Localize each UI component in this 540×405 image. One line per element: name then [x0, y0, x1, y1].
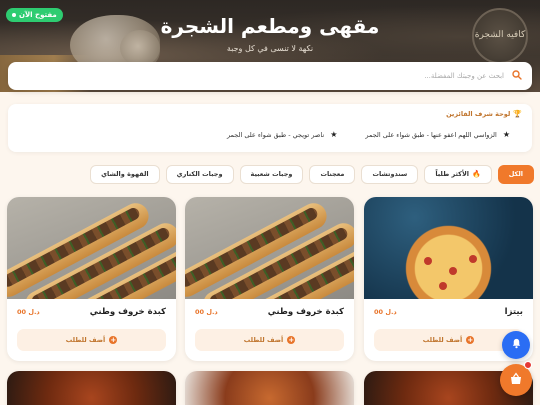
winner-text: الزواسي اللهم اعفو عنها - طبق شواء على ا… [365, 130, 497, 139]
tab-sandwiches[interactable]: سندوتشات [361, 165, 419, 184]
product-card[interactable]: كبدة خروف وطني 00 د.ل + أضف للطلب [185, 197, 354, 361]
product-image-stew [7, 371, 176, 405]
notifications-button[interactable] [502, 331, 530, 359]
tab-popular-meals[interactable]: وجبات شعبية [239, 165, 304, 184]
leaderboard-title: 🏆 لوحة شرف الفائزين [18, 110, 522, 118]
leaderboard-title-text: لوحة شرف الفائزين [446, 110, 511, 118]
product-name: كبدة خروف وطني [267, 307, 344, 317]
cart-count-badge [524, 361, 532, 369]
tab-canary-meals[interactable]: وجبات الكناري [165, 165, 234, 184]
add-to-order-button[interactable]: + أضف للطلب [17, 329, 166, 351]
search-input[interactable] [18, 72, 504, 80]
search-bar [8, 62, 532, 90]
product-card[interactable] [7, 371, 176, 405]
tab-most-ordered[interactable]: 🔥 الأكثر طلباً [424, 165, 492, 184]
tab-label: معجنات [320, 170, 345, 178]
winner-item: ★ الزواسي اللهم اعفو عنها - طبق شواء على… [365, 130, 510, 139]
tab-label: وجبات شعبية [250, 170, 293, 178]
tab-label: سندوتشات [372, 170, 408, 178]
logo-text: كافيه الشجرة [474, 30, 526, 41]
product-image-beans [185, 371, 354, 405]
plus-icon: + [466, 336, 475, 344]
product-image-pizza [364, 197, 533, 299]
product-price: 00 د.ل [17, 308, 40, 316]
add-to-order-button[interactable]: + أضف للطلب [195, 329, 344, 351]
add-button-label: أضف للطلب [243, 336, 284, 344]
tab-label: الأكثر طلباً [435, 170, 470, 178]
product-price: 00 د.ل [195, 308, 218, 316]
cart-icon [509, 371, 523, 389]
product-image-sandwich [185, 197, 354, 299]
product-image-sandwich [7, 197, 176, 299]
winners-list: ★ الزواسي اللهم اعفو عنها - طبق شواء على… [18, 130, 522, 139]
product-card[interactable]: كبدة خروف وطني 00 د.ل + أضف للطلب [7, 197, 176, 361]
bell-icon [511, 338, 522, 352]
star-icon: ★ [502, 130, 510, 139]
tab-pastries[interactable]: معجنات [309, 165, 356, 184]
plus-icon: + [109, 336, 118, 344]
winner-text: ناصر تويجي - طبق شواء على الجمر [226, 130, 325, 139]
category-tabs: الكل 🔥 الأكثر طلباً سندوتشات معجنات وجبا… [90, 165, 534, 185]
pizza-topping [469, 255, 477, 263]
product-name: بيتزا [504, 307, 523, 317]
search-icon[interactable] [512, 69, 522, 83]
star-icon: ★ [330, 130, 338, 139]
tab-label: الكل [508, 170, 523, 178]
pizza-topping [449, 267, 457, 275]
add-button-label: أضف للطلب [422, 336, 463, 344]
tab-coffee-tea[interactable]: القهوة والشاي [90, 165, 160, 184]
fire-icon: 🔥 [472, 170, 481, 178]
tab-label: وجبات الكناري [176, 170, 223, 178]
product-price: 00 د.ل [374, 308, 397, 316]
tab-all[interactable]: الكل [497, 165, 534, 184]
page-title: مقهى ومطعم الشجرة [160, 14, 380, 38]
trophy-icon: 🏆 [513, 110, 522, 118]
winner-item: ★ ناصر تويجي - طبق شواء على الجمر [227, 130, 337, 139]
pizza-topping [424, 257, 432, 265]
leaderboard-panel: 🏆 لوحة شرف الفائزين ★ الزواسي اللهم اعفو… [8, 104, 532, 152]
add-button-label: أضف للطلب [65, 336, 106, 344]
restaurant-logo: كافيه الشجرة [472, 8, 528, 64]
product-card[interactable] [185, 371, 354, 405]
pizza-topping [439, 282, 447, 290]
product-name: كبدة خروف وطني [89, 307, 166, 317]
page-subtitle: نكهة لا تنسى في كل وجبة [226, 44, 314, 53]
tab-label: القهوة والشاي [101, 170, 149, 178]
add-to-order-button[interactable]: + أضف للطلب [374, 329, 523, 351]
plus-icon: + [287, 336, 296, 344]
